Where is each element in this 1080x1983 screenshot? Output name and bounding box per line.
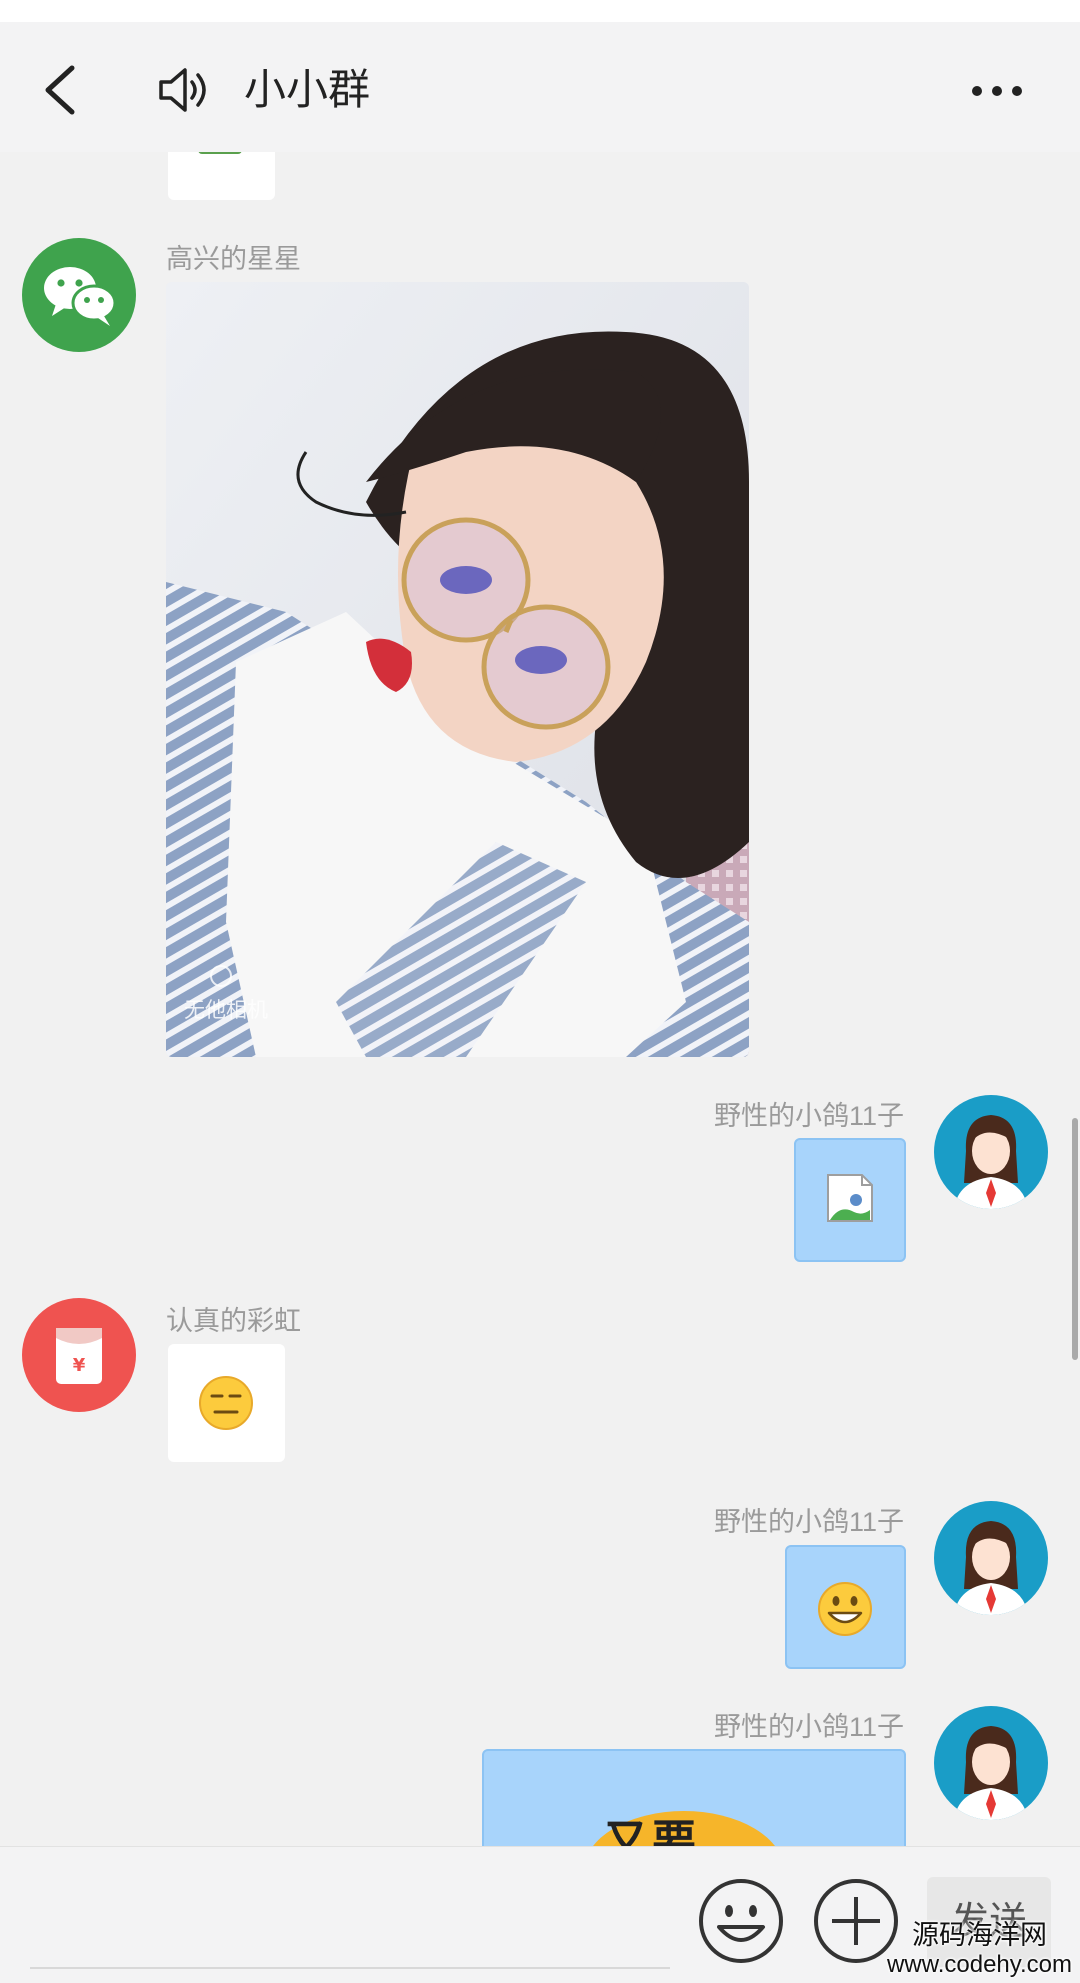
selfie-photo: 无他相机 (166, 282, 749, 1057)
emoji-bubble[interactable] (168, 1344, 285, 1462)
message-input[interactable] (30, 1967, 670, 1969)
red-packet-icon: ¥ (56, 1328, 102, 1384)
sender-name: 认真的彩虹 (166, 1306, 301, 1336)
avatar-girl[interactable] (934, 1706, 1048, 1820)
group-title: 小小群 (244, 66, 371, 113)
scrollbar[interactable] (1072, 1118, 1078, 1360)
watermark-line-2: www.codehy.com (887, 1951, 1072, 1978)
back-arrow-icon (45, 65, 75, 115)
girl-avatar-icon (954, 1726, 1028, 1820)
avatar-wechat[interactable] (22, 238, 136, 352)
girl-avatar-icon (954, 1521, 1028, 1615)
photo-message[interactable]: 无他相机 (166, 282, 749, 1057)
wechat-logo-icon (44, 267, 117, 326)
camera-watermark: 无他相机 (184, 998, 268, 1022)
sender-name: 野性的小鸽11子 (713, 1101, 904, 1131)
girl-avatar-icon (954, 1115, 1028, 1209)
broken-image-icon (827, 1174, 873, 1222)
avatar-girl[interactable] (934, 1095, 1048, 1209)
avatar-red-packet[interactable]: ¥ (22, 1298, 136, 1412)
emoji-icon (699, 1879, 783, 1963)
chat-screen: 小小群 高兴的星星 无他相机 野性的小鸽11子 ¥ 认真的彩虹 野性的小鸽11子… (0, 0, 1080, 1983)
chat-header: 小小群 (0, 22, 1080, 152)
back-button[interactable] (38, 62, 86, 118)
expressionless-face-icon (199, 1376, 253, 1430)
emoji-button[interactable] (697, 1877, 785, 1965)
sender-name: 野性的小鸽11子 (713, 1507, 904, 1537)
sender-name: 野性的小鸽11子 (713, 1712, 904, 1742)
sender-name: 高兴的星星 (166, 244, 301, 274)
image-placeholder-bubble[interactable] (794, 1138, 906, 1262)
speaker-icon[interactable] (155, 62, 211, 118)
watermark-line-1: 源码海洋网 (912, 1920, 1048, 1950)
site-watermark: 源码海洋网 www.codehy.com (887, 1919, 1072, 1979)
avatar-girl[interactable] (934, 1501, 1048, 1615)
more-options-button[interactable] (968, 86, 1028, 102)
svg-text:¥: ¥ (73, 1355, 86, 1376)
grinning-face-icon (818, 1582, 872, 1636)
status-bar (0, 0, 1080, 22)
emoji-bubble[interactable] (785, 1545, 906, 1669)
